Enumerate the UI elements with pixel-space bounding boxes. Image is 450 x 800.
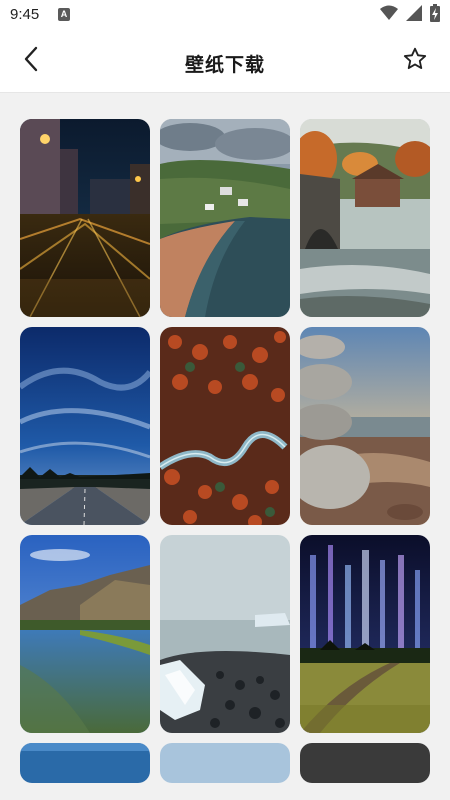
wallpaper-list[interactable] bbox=[0, 92, 450, 800]
status-time: 9:45 bbox=[10, 6, 40, 23]
page-title: 壁纸下载 bbox=[184, 54, 265, 76]
battery-charging-icon bbox=[430, 4, 440, 26]
wallpaper-stone-bridge-river[interactable] bbox=[300, 119, 430, 317]
wallpaper-partial-3[interactable] bbox=[300, 743, 430, 783]
wallpaper-partial-1[interactable] bbox=[20, 743, 150, 783]
wallpaper-mountain-lake[interactable] bbox=[20, 535, 150, 733]
wallpaper-aerial-winding-road[interactable] bbox=[160, 327, 290, 525]
wallpaper-night-city-street[interactable] bbox=[20, 119, 150, 317]
wallpaper-icy-pebble-shore[interactable] bbox=[160, 535, 290, 733]
notification-icon: A bbox=[58, 8, 70, 21]
wallpaper-partial-2[interactable] bbox=[160, 743, 290, 783]
star-outline-icon bbox=[402, 46, 428, 76]
wallpaper-starry-sky-road[interactable] bbox=[20, 327, 150, 525]
status-bar: 9:45 A bbox=[0, 0, 450, 30]
status-icons bbox=[380, 4, 440, 26]
cellular-signal-icon bbox=[406, 5, 422, 25]
favorite-button[interactable] bbox=[400, 46, 430, 76]
wallpaper-stacked-stones-beach[interactable] bbox=[300, 327, 430, 525]
wallpaper-aurora-meadow[interactable] bbox=[300, 535, 430, 733]
wallpaper-coastal-village[interactable] bbox=[160, 119, 290, 317]
wifi-icon bbox=[380, 5, 398, 25]
wallpaper-grid bbox=[20, 119, 430, 783]
app-bar: 壁纸下载 bbox=[0, 30, 450, 92]
